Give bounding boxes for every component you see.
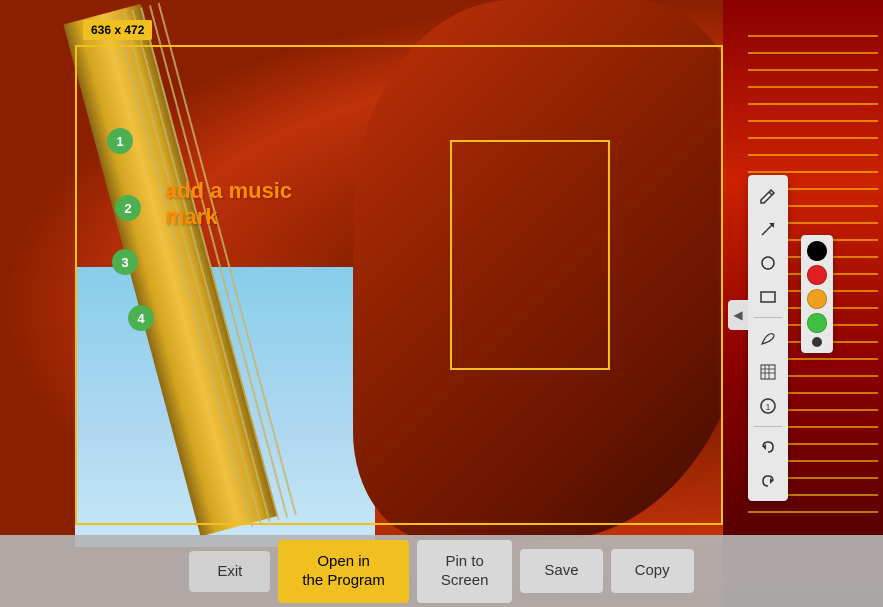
dimension-label: 636 x 472	[83, 20, 152, 40]
collapse-toolbar-button[interactable]: ◀	[728, 300, 748, 330]
annotation-text: add a music mark	[165, 178, 292, 231]
drawing-toolbar: 1	[748, 175, 788, 501]
tool-edit-button[interactable]	[752, 179, 784, 211]
color-dot-small[interactable]	[812, 337, 822, 347]
pin-to-screen-button[interactable]: Pin to Screen	[417, 540, 513, 603]
marker-2: 2	[115, 195, 141, 221]
tool-crosshatch-button[interactable]	[752, 356, 784, 388]
color-red[interactable]	[807, 265, 827, 285]
copy-button[interactable]: Copy	[611, 549, 694, 593]
color-palette	[801, 235, 833, 353]
tool-rectangle-button[interactable]	[752, 281, 784, 313]
svg-text:1: 1	[766, 403, 771, 412]
pin-label-line2: Screen	[441, 572, 489, 589]
marker-4: 4	[128, 305, 154, 331]
tool-circle-button[interactable]	[752, 247, 784, 279]
bottom-action-bar: Exit Open in the Program Pin to Screen S…	[0, 535, 883, 607]
open-label-line1: Open in	[317, 553, 370, 570]
open-in-program-button[interactable]: Open in the Program	[278, 540, 409, 603]
open-label-line2: the Program	[302, 572, 385, 589]
toolbar-divider-2	[754, 426, 782, 427]
guitar-body	[353, 0, 753, 540]
marker-3: 3	[112, 249, 138, 275]
save-button[interactable]: Save	[520, 549, 602, 593]
tool-undo-button[interactable]	[752, 431, 784, 463]
toolbar-divider-1	[754, 317, 782, 318]
tool-arrow-button[interactable]	[752, 213, 784, 245]
color-orange[interactable]	[807, 289, 827, 309]
exit-button[interactable]: Exit	[189, 551, 270, 592]
color-green[interactable]	[807, 313, 827, 333]
tool-number-button[interactable]: 1	[752, 390, 784, 422]
pin-label-line1: Pin to	[445, 553, 483, 570]
tool-redo-button[interactable]	[752, 465, 784, 497]
marker-1: 1	[107, 128, 133, 154]
color-black[interactable]	[807, 241, 827, 261]
tool-pen-button[interactable]	[752, 322, 784, 354]
